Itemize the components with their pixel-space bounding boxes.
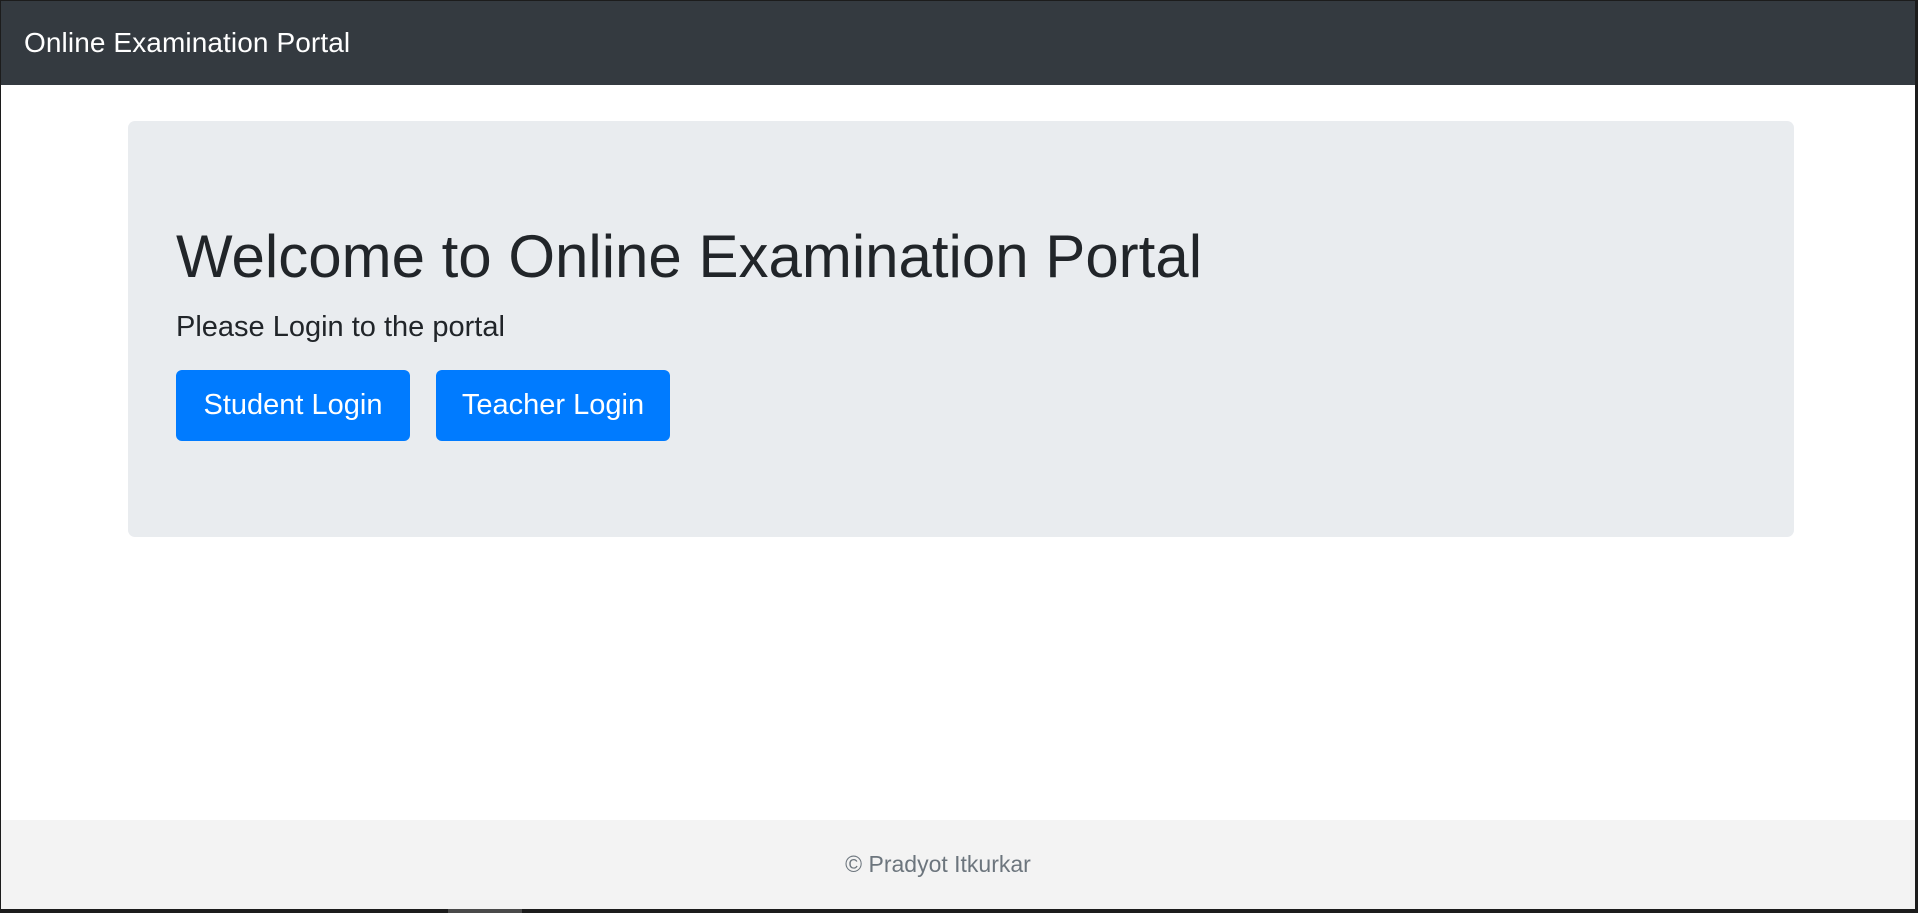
welcome-jumbotron: Welcome to Online Examination Portal Ple… — [128, 121, 1794, 537]
navbar-brand-link[interactable]: Online Examination Portal — [24, 29, 350, 57]
page-title: Welcome to Online Examination Portal — [176, 223, 1203, 290]
page-viewport: Online Examination Portal Welcome to Onl… — [1, 1, 1915, 909]
student-login-button[interactable]: Student Login — [176, 370, 410, 441]
teacher-login-button[interactable]: Teacher Login — [436, 370, 670, 441]
horizontal-scrollbar-thumb[interactable] — [448, 909, 522, 913]
copyright-text: © Pradyot Itkurkar — [845, 851, 1031, 877]
login-prompt-text: Please Login to the portal — [176, 311, 505, 343]
top-navbar: Online Examination Portal — [1, 1, 1915, 85]
page-footer: © Pradyot Itkurkar — [1, 820, 1915, 909]
browser-frame: Online Examination Portal Welcome to Onl… — [0, 0, 1918, 913]
